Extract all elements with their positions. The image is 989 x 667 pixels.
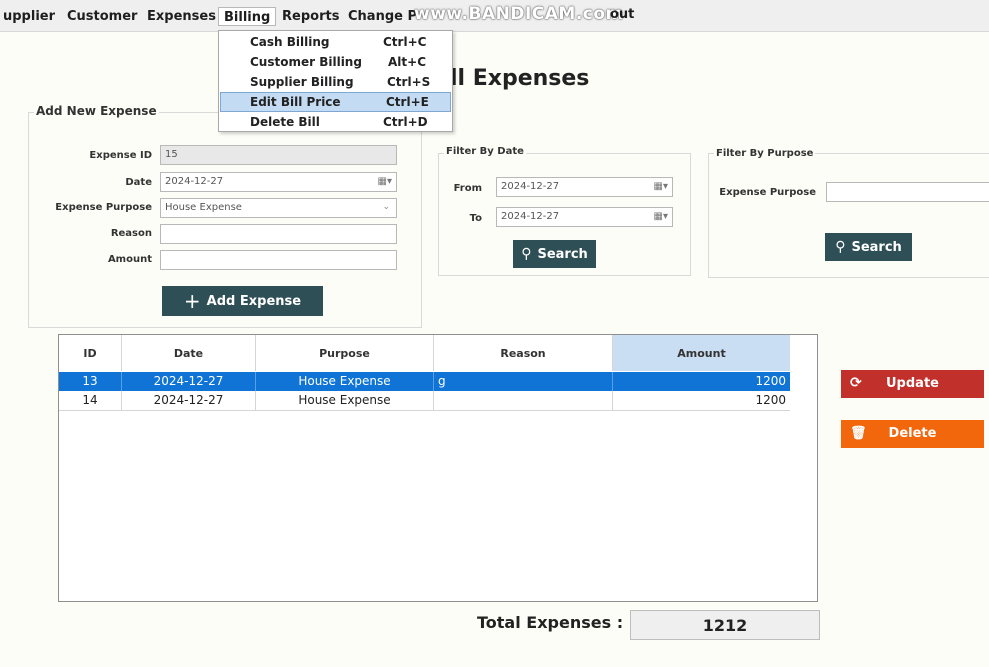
add-expense-button-label: Add Expense <box>206 293 302 309</box>
menu-item-shortcut: Ctrl+S <box>387 75 431 89</box>
purpose-value: House Expense <box>165 202 242 213</box>
filter-purpose-search-button[interactable]: ⚲ Search <box>825 233 912 261</box>
amount-input[interactable] <box>160 250 397 270</box>
menu-supplier[interactable]: upplier <box>0 7 60 26</box>
filter-date-search-button[interactable]: ⚲ Search <box>513 240 596 268</box>
cell-id: 14 <box>59 391 122 410</box>
date-value: 2024-12-27 <box>165 176 224 187</box>
menu-item-supplier-billing[interactable]: Supplier Billing Ctrl+S <box>220 72 451 92</box>
menu-item-shortcut: Ctrl+D <box>383 115 428 129</box>
cell-amount: 1200 <box>755 393 786 407</box>
add-expense-title: Add New Expense <box>34 104 159 118</box>
purpose-label: Expense Purpose <box>55 202 152 213</box>
menu-bar: upplier Customer Expenses Billing Report… <box>0 0 989 32</box>
column-header-reason[interactable]: Reason <box>434 335 613 371</box>
expenses-table[interactable]: ID Date Purpose Reason Amount 13 2024-12… <box>58 334 818 602</box>
menu-item-cash-billing[interactable]: Cash Billing Ctrl+C <box>220 32 451 52</box>
amount-label: Amount <box>107 254 152 265</box>
menu-item-label: Edit Bill Price <box>250 95 341 109</box>
cell-date: 2024-12-27 <box>122 372 256 391</box>
menu-item-edit-bill-price[interactable]: Edit Bill Price Ctrl+E <box>220 92 451 112</box>
calendar-icon[interactable]: ▦▾ <box>654 211 668 222</box>
search-icon: ⚲ <box>521 246 532 262</box>
from-date-value: 2024-12-27 <box>501 181 560 192</box>
purpose-select[interactable]: House Expense ⌄ <box>160 198 397 218</box>
page-title: ll Expenses <box>450 66 590 91</box>
calendar-icon[interactable]: ▦▾ <box>654 181 668 192</box>
table-row[interactable]: 13 2024-12-27 House Expense g 1200 <box>59 372 790 391</box>
filter-purpose-title: Filter By Purpose <box>714 148 816 159</box>
delete-button[interactable]: 🗑 Delete <box>841 420 984 448</box>
search-icon: ⚲ <box>835 239 846 255</box>
add-expense-button[interactable]: + Add Expense <box>162 286 323 316</box>
recorder-watermark: www.BANDICAM.com <box>414 4 624 24</box>
calendar-icon[interactable]: ▦▾ <box>378 176 392 187</box>
cell-purpose: House Expense <box>256 372 434 391</box>
cell-purpose: House Expense <box>256 391 434 410</box>
menu-logout[interactable]: out <box>610 7 634 22</box>
reason-input[interactable] <box>160 224 397 244</box>
reason-label: Reason <box>110 228 152 239</box>
filter-date-search-label: Search <box>537 246 588 262</box>
column-header-date[interactable]: Date <box>122 335 256 371</box>
menu-item-label: Supplier Billing <box>250 75 354 89</box>
date-picker[interactable]: 2024-12-27 ▦▾ <box>160 172 397 192</box>
cell-date: 2024-12-27 <box>122 391 256 410</box>
to-label: To <box>469 213 482 224</box>
menu-item-shortcut: Alt+C <box>388 55 426 69</box>
from-date-picker[interactable]: 2024-12-27 ▦▾ <box>496 177 673 197</box>
chevron-down-icon: ⌄ <box>382 202 390 212</box>
billing-dropdown: Cash Billing Ctrl+C Customer Billing Alt… <box>218 30 453 132</box>
column-header-id[interactable]: ID <box>59 335 122 371</box>
delete-button-label: Delete <box>888 426 937 441</box>
expense-id-field[interactable]: 15 <box>160 145 397 165</box>
menu-expenses[interactable]: Expenses <box>142 7 221 26</box>
menu-item-delete-bill[interactable]: Delete Bill Ctrl+D <box>220 112 451 132</box>
to-date-picker[interactable]: 2024-12-27 ▦▾ <box>496 207 673 227</box>
column-header-amount[interactable]: Amount <box>613 335 790 371</box>
cell-amount: 1200 <box>755 374 786 388</box>
expense-id-label: Expense ID <box>89 150 152 161</box>
filter-purpose-input[interactable] <box>826 182 989 202</box>
menu-item-customer-billing[interactable]: Customer Billing Alt+C <box>220 52 451 72</box>
date-label: Date <box>125 177 152 188</box>
menu-item-label: Cash Billing <box>250 35 330 49</box>
menu-item-shortcut: Ctrl+C <box>383 35 427 49</box>
menu-reports[interactable]: Reports <box>277 7 344 26</box>
filter-date-title: Filter By Date <box>444 146 526 157</box>
menu-billing[interactable]: Billing <box>218 7 277 26</box>
filter-purpose-search-label: Search <box>851 239 902 255</box>
update-button[interactable]: ⟳ Update <box>841 370 984 398</box>
table-row[interactable]: 14 2024-12-27 House Expense 1200 <box>59 391 790 411</box>
to-date-value: 2024-12-27 <box>501 211 560 222</box>
menu-change-password[interactable]: Change P <box>343 7 422 26</box>
menu-customer[interactable]: Customer <box>62 7 142 26</box>
column-header-purpose[interactable]: Purpose <box>256 335 434 371</box>
menu-item-label: Delete Bill <box>250 115 320 129</box>
total-expenses-value: 1212 <box>630 610 820 640</box>
total-expenses-label: Total Expenses : <box>477 613 624 632</box>
cell-id: 13 <box>59 372 122 391</box>
filter-purpose-label: Expense Purpose <box>719 187 816 198</box>
cell-reason: g <box>434 372 613 391</box>
plus-icon: + <box>183 289 201 313</box>
update-button-label: Update <box>886 376 939 391</box>
menu-item-label: Customer Billing <box>250 55 362 69</box>
cell-reason <box>434 391 613 410</box>
from-label: From <box>453 183 482 194</box>
menu-item-shortcut: Ctrl+E <box>386 95 429 109</box>
